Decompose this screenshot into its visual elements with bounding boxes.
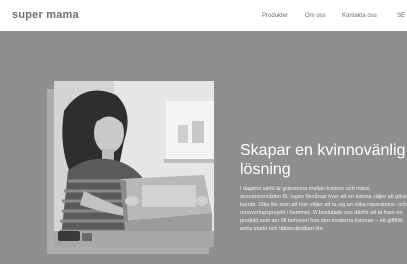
hero-photo (54, 81, 214, 247)
nav-link-produkter[interactable]: Produkter (262, 13, 288, 19)
logo[interactable]: super mama (12, 9, 79, 21)
hero-section: Skapar en kvinnovänlig lösning I dagens … (0, 31, 407, 264)
language-selector[interactable]: SE (397, 13, 405, 19)
site-header: super mama Produkter Om oss Kontakta oss… (0, 0, 407, 31)
hero-body-text: I dagens värld är gränserna mellan kvinn… (240, 186, 407, 232)
nav-link-om-oss[interactable]: Om oss (305, 13, 326, 19)
nav-link-kontakta-oss[interactable]: Kontakta oss (342, 13, 377, 19)
hero-headline: Skapar en kvinnovänlig lösning (240, 142, 406, 178)
